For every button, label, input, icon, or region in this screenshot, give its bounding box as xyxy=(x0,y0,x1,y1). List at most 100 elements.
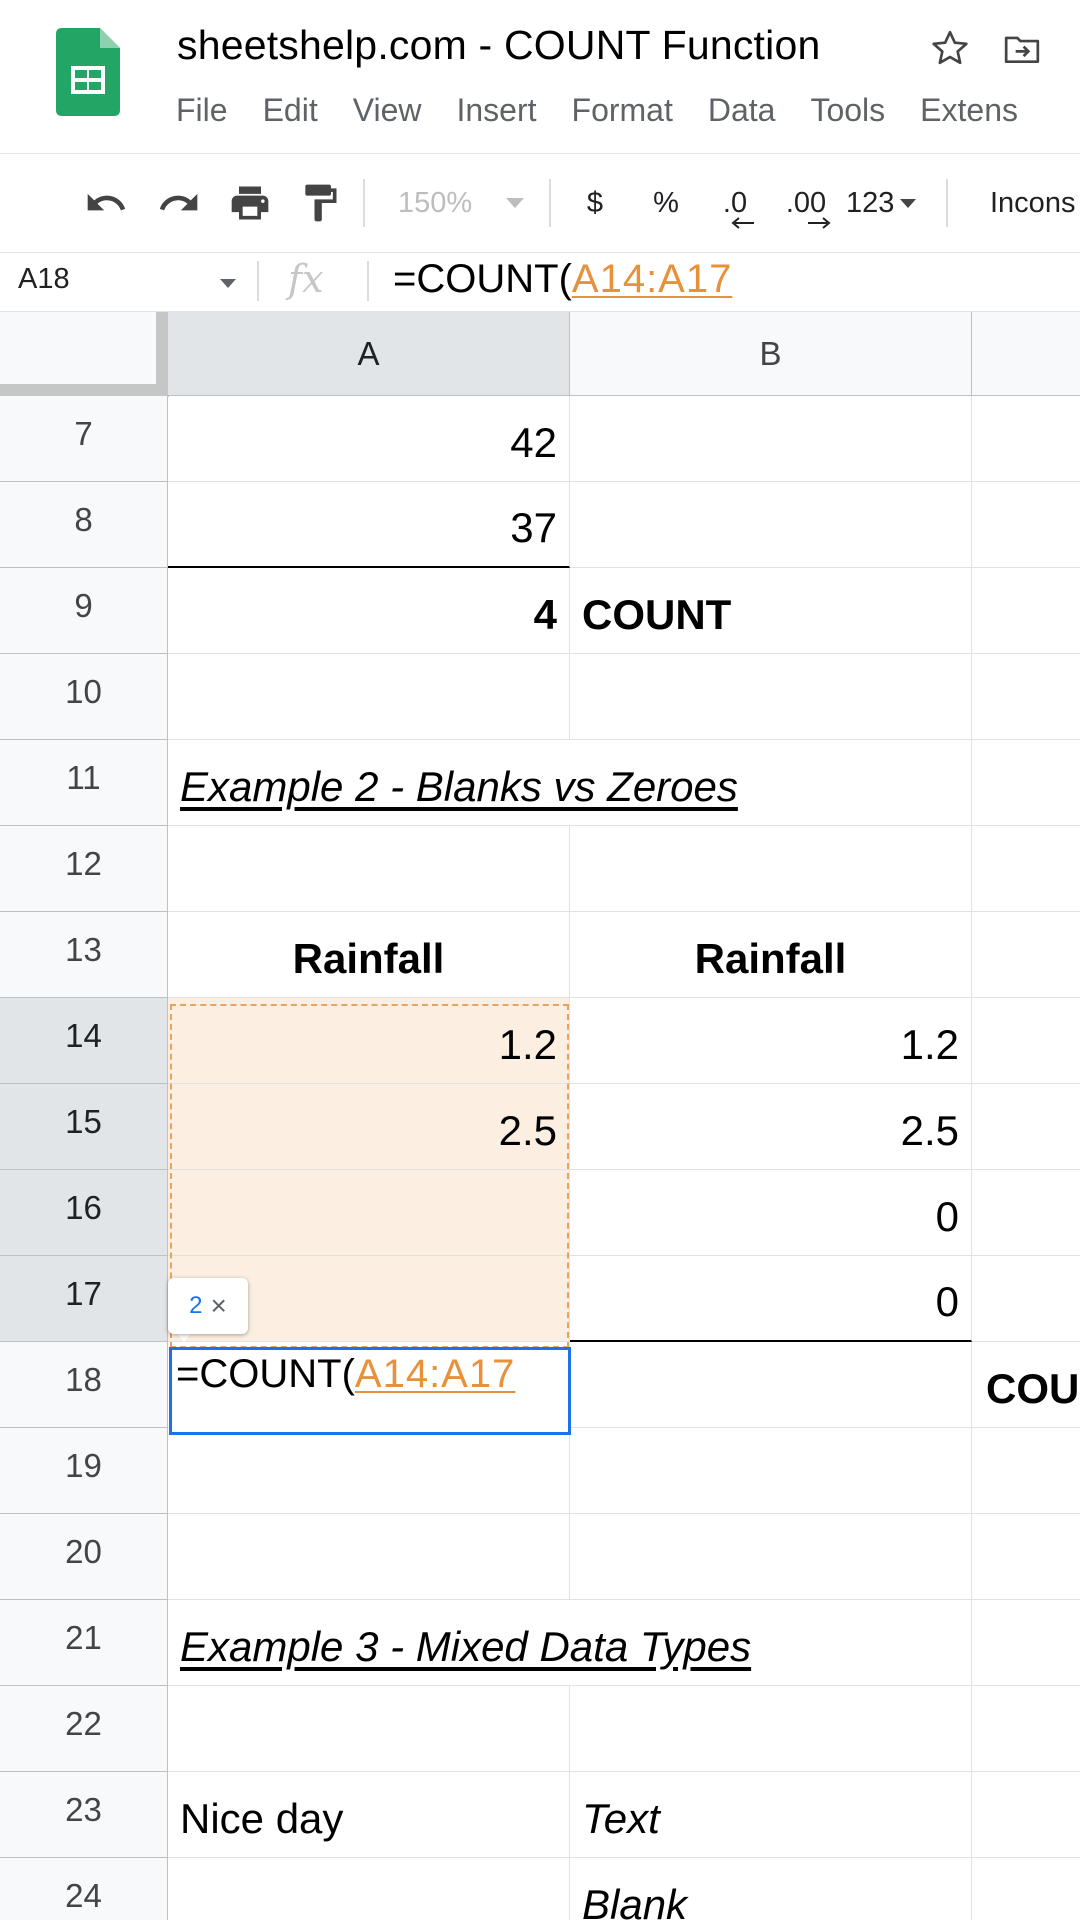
menu-insert[interactable]: Insert xyxy=(456,92,536,129)
row-header[interactable]: 16 xyxy=(0,1170,168,1256)
cell-c11[interactable] xyxy=(972,740,1080,826)
row-header[interactable]: 12 xyxy=(0,826,168,912)
cell-b19[interactable] xyxy=(570,1428,972,1514)
cell-c15[interactable] xyxy=(972,1084,1080,1170)
cell-b22[interactable] xyxy=(570,1686,972,1772)
edit-prefix: =COUNT( xyxy=(176,1352,355,1396)
row-header[interactable]: 18 xyxy=(0,1342,168,1428)
row-header[interactable]: 24 xyxy=(0,1858,168,1920)
cell-c10[interactable] xyxy=(972,654,1080,740)
redo-button[interactable] xyxy=(155,154,203,252)
cell-a7[interactable]: 42 xyxy=(168,396,570,482)
column-header-b[interactable]: B xyxy=(570,312,972,396)
cell-a22[interactable] xyxy=(168,1686,570,1772)
cell-b8[interactable] xyxy=(570,482,972,568)
sheets-logo-icon[interactable] xyxy=(56,28,120,116)
row-header[interactable]: 14 xyxy=(0,998,168,1084)
cell-b23[interactable]: Text xyxy=(570,1772,972,1858)
star-icon[interactable] xyxy=(930,28,970,68)
cell-a20[interactable] xyxy=(168,1514,570,1600)
cell-b13[interactable]: Rainfall xyxy=(570,912,972,998)
cell-b16[interactable]: 0 xyxy=(570,1170,972,1256)
row-header[interactable]: 20 xyxy=(0,1514,168,1600)
cell-c19[interactable] xyxy=(972,1428,1080,1514)
column-header-a[interactable]: A xyxy=(168,312,570,396)
name-box[interactable]: A18 xyxy=(18,263,70,296)
row-header[interactable]: 15 xyxy=(0,1084,168,1170)
close-icon[interactable]: × xyxy=(211,1290,227,1322)
cell-c23[interactable] xyxy=(972,1772,1080,1858)
column-header-c[interactable] xyxy=(972,312,1080,396)
zoom-select[interactable]: 150% xyxy=(398,154,538,252)
cell-a13[interactable]: Rainfall xyxy=(168,912,570,998)
cell-a21[interactable]: Example 3 - Mixed Data Types xyxy=(168,1600,751,1686)
cell-c21[interactable] xyxy=(972,1600,1080,1686)
paint-format-button[interactable] xyxy=(296,154,344,252)
cell-b15[interactable]: 2.5 xyxy=(570,1084,972,1170)
row-header[interactable]: 13 xyxy=(0,912,168,998)
cell-a11[interactable]: Example 2 - Blanks vs Zeroes xyxy=(168,740,738,826)
menu-view[interactable]: View xyxy=(353,92,422,129)
cell-c14[interactable] xyxy=(972,998,1080,1084)
formula-input[interactable]: =COUNT(A14:A17 xyxy=(393,257,732,302)
cell-a10[interactable] xyxy=(168,654,570,740)
move-to-folder-icon[interactable] xyxy=(1002,30,1042,68)
cell-c12[interactable] xyxy=(972,826,1080,912)
row-header[interactable]: 23 xyxy=(0,1772,168,1858)
cell-c20[interactable] xyxy=(972,1514,1080,1600)
chevron-down-icon[interactable] xyxy=(220,279,236,288)
cell-c18[interactable]: COU xyxy=(972,1342,1080,1428)
cell-b12[interactable] xyxy=(570,826,972,912)
currency-format-button[interactable]: $ xyxy=(580,154,610,252)
undo-button[interactable] xyxy=(82,154,130,252)
cell-c13[interactable] xyxy=(972,912,1080,998)
row-header[interactable]: 9 xyxy=(0,568,168,654)
cell-a19[interactable] xyxy=(168,1428,570,1514)
row-header[interactable]: 21 xyxy=(0,1600,168,1686)
font-select[interactable]: Incons xyxy=(990,154,1080,252)
cell-b20[interactable] xyxy=(570,1514,972,1600)
row-header[interactable]: 11 xyxy=(0,740,168,826)
cell-c8[interactable] xyxy=(972,482,1080,568)
cell-b10[interactable] xyxy=(570,654,972,740)
cell-b14[interactable]: 1.2 xyxy=(570,998,972,1084)
cell-a24[interactable] xyxy=(168,1858,570,1920)
menu-extensions[interactable]: Extens xyxy=(920,92,1018,129)
cell-c9[interactable] xyxy=(972,568,1080,654)
cell-c24[interactable] xyxy=(972,1858,1080,1920)
menu-format[interactable]: Format xyxy=(572,92,673,129)
row-header[interactable]: 8 xyxy=(0,482,168,568)
cell-b7[interactable] xyxy=(570,396,972,482)
menu-file[interactable]: File xyxy=(176,92,228,129)
arrow-right-icon xyxy=(808,217,831,229)
cell-b9[interactable]: COUNT xyxy=(570,568,972,654)
cell-c22[interactable] xyxy=(972,1686,1080,1772)
frozen-divider[interactable] xyxy=(0,384,168,396)
percent-format-button[interactable]: % xyxy=(651,154,681,252)
cell-a12[interactable] xyxy=(168,826,570,912)
document-title[interactable]: sheetshelp.com - COUNT Function xyxy=(177,22,820,69)
cell-a8[interactable]: 37 xyxy=(168,482,570,568)
cell-c7[interactable] xyxy=(972,396,1080,482)
cell-c16[interactable] xyxy=(972,1170,1080,1256)
decrease-decimal-button[interactable]: .0 xyxy=(710,154,760,252)
cell-a9[interactable]: 4 xyxy=(168,568,570,654)
row-header[interactable]: 17 xyxy=(0,1256,168,1342)
print-button[interactable] xyxy=(226,154,274,252)
cell-edit-text[interactable]: =COUNT(A14:A17 xyxy=(176,1352,515,1397)
cell-b24[interactable]: Blank xyxy=(570,1858,972,1920)
menu-data[interactable]: Data xyxy=(708,92,776,129)
cell-c17[interactable] xyxy=(972,1256,1080,1342)
cell-b18[interactable] xyxy=(570,1342,972,1428)
menu-edit[interactable]: Edit xyxy=(263,92,318,129)
increase-decimal-button[interactable]: .00 xyxy=(778,154,834,252)
menu-tools[interactable]: Tools xyxy=(810,92,885,129)
row-header[interactable]: 7 xyxy=(0,396,168,482)
cell-b17[interactable]: 0 xyxy=(570,1256,972,1342)
cell-a23[interactable]: Nice day xyxy=(168,1772,570,1858)
row-header[interactable]: 22 xyxy=(0,1686,168,1772)
row-header[interactable]: 19 xyxy=(0,1428,168,1514)
row-header[interactable]: 10 xyxy=(0,654,168,740)
number-format-select[interactable]: 123 xyxy=(846,154,926,252)
count-hint-tooltip[interactable]: 2 × xyxy=(168,1278,248,1334)
